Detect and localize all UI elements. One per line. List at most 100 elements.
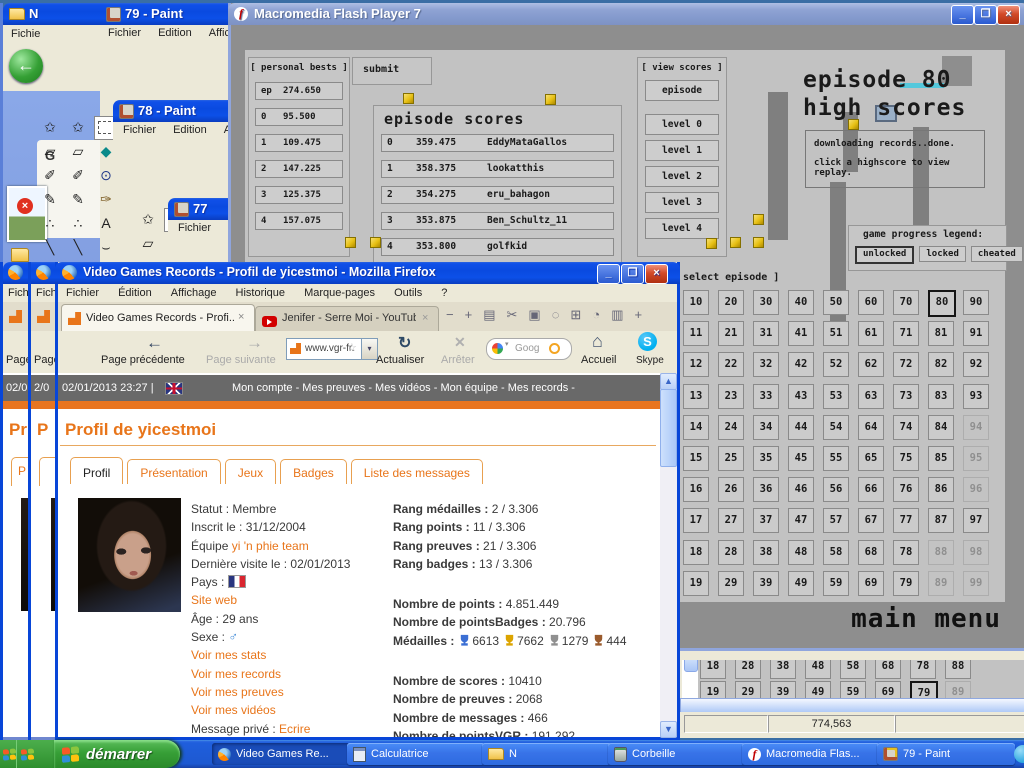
tool-line-icon[interactable]: ╲ [66,236,90,258]
search-placeholder[interactable]: Goog [515,343,539,354]
search-box[interactable]: ▾ Goog [486,338,572,360]
tool-eraser-icon[interactable]: ▱ [38,140,62,162]
episode-cell[interactable]: 65 [858,446,884,471]
episode-cell[interactable]: 56 [823,477,849,502]
episode-cell[interactable]: 61 [858,321,884,346]
episode-cell[interactable]: 97 [963,508,989,533]
episode-cell[interactable]: 33 [753,384,779,409]
episode-cell[interactable]: 16 [683,477,709,502]
site-tab-badges[interactable]: Badges [280,459,347,484]
tool-free-select-icon[interactable]: ✩ [66,116,90,138]
episode-cell[interactable]: 26 [718,477,744,502]
scroll-up-button[interactable]: ▲ [660,373,677,390]
episode-cell[interactable]: 72 [893,352,919,377]
flash-title-bar[interactable]: f Macromedia Flash Player 7 _ ❐ × [228,3,1024,25]
episode-cell[interactable]: 77 [893,508,919,533]
view-scores-button-level-1[interactable]: level 1 [645,140,719,161]
episode-cell[interactable]: 78 [893,540,919,565]
team-link[interactable]: yi 'n phie team [232,539,309,553]
profile-link[interactable]: Voir mes stats [191,648,266,662]
episode-cell[interactable]: 83 [928,384,954,409]
episode-cell[interactable]: 21 [718,321,744,346]
episode-cell[interactable]: 44 [788,415,814,440]
uk-flag-icon[interactable] [165,382,183,395]
episode-cell[interactable]: 22 [718,352,744,377]
menu-item[interactable]: Marque-pages [304,287,375,299]
episode-cell[interactable]: 59 [823,571,849,596]
back-button[interactable]: ← [9,49,43,83]
menu-item[interactable]: Fichier [123,124,156,136]
tool-line-icon[interactable]: ╲ [38,236,62,258]
start-button[interactable]: démarrer [54,740,180,768]
episode-cell[interactable]: 11 [683,321,709,346]
tab-close-icon[interactable]: × [422,312,428,324]
scrollbar-thumb[interactable] [660,389,677,467]
episode-cell[interactable]: 69 [858,571,884,596]
legend-locked[interactable]: locked [919,246,966,262]
episode-cell[interactable]: 25 [718,446,744,471]
menu-item[interactable]: Fichier [178,222,211,234]
episode-cell[interactable]: 70 [893,290,919,315]
episode-score-row[interactable]: 0359.475EddyMataGallos [381,134,614,152]
episode-cell[interactable]: 18 [683,540,709,565]
taskbar-button-video-games-re-[interactable]: Video Games Re... [212,743,350,765]
episode-cell[interactable]: 92 [963,352,989,377]
site-tab-profil[interactable]: Profil [70,457,123,484]
tool-airbrush-icon[interactable]: ∴ [38,212,62,234]
refresh-label[interactable]: Actualiser [376,354,424,366]
taskbar-button-n[interactable]: N [482,743,612,765]
episode-cell[interactable]: 67 [858,508,884,533]
episode-cell[interactable]: 24 [718,415,744,440]
maximize-button[interactable]: ❐ [621,264,644,284]
site-nav-links[interactable]: Mon compte - Mes preuves - Mes vidéos - … [232,382,656,394]
episode-cell[interactable]: 13 [683,384,709,409]
episode-cell[interactable]: 82 [928,352,954,377]
profile-link[interactable]: Voir mes preuves [191,685,284,699]
episode-cell[interactable]: 50 [823,290,849,315]
episode-cell[interactable]: 42 [788,352,814,377]
episode-cell[interactable]: 73 [893,384,919,409]
tool-free-select-icon[interactable]: ✩ [136,208,160,230]
episode-cell[interactable]: 40 [788,290,814,315]
episode-cell[interactable]: 84 [928,415,954,440]
episode-cell[interactable]: 29 [718,571,744,596]
episode-cell[interactable]: 35 [753,446,779,471]
episode-cell[interactable]: 62 [858,352,884,377]
tool-pencil-icon[interactable]: ✎ [38,188,62,210]
site-tab-liste-des-messages[interactable]: Liste des messages [351,459,483,484]
menu-item[interactable]: Fichier [66,287,99,299]
episode-cell[interactable]: 55 [823,446,849,471]
episode-cell[interactable]: 43 [788,384,814,409]
close-button[interactable]: × [997,5,1020,25]
episode-cell[interactable]: 12 [683,352,709,377]
legend-unlocked[interactable]: unlocked [855,246,914,264]
cut-icon[interactable]: ✂ [506,307,517,323]
profile-link[interactable]: Voir mes vidéos [191,703,276,717]
menu-item[interactable]: Historique [236,287,286,299]
submit-button[interactable]: submit [352,57,432,85]
episode-cell[interactable]: 64 [858,415,884,440]
firefox-title-bar[interactable]: Video Games Records - Profil de yicestmo… [55,262,680,284]
view-scores-button-level-2[interactable]: level 2 [645,166,719,187]
episode-cell[interactable]: 95 [963,446,989,471]
episode-score-row[interactable]: 2354.275eru_bahagon [381,186,614,204]
menu-item[interactable]: Fichier [108,27,141,39]
episode-cell[interactable]: 46 [788,477,814,502]
episode-cell[interactable]: 34 [753,415,779,440]
episode-cell[interactable]: 71 [893,321,919,346]
episode-cell[interactable]: 48 [788,540,814,565]
episode-cell[interactable]: 89 [928,571,954,596]
search-magnifier-icon[interactable] [549,343,560,354]
copy-icon[interactable]: ▣ [528,307,540,323]
episode-cell[interactable]: 47 [788,508,814,533]
tool-eraser-icon[interactable]: ▱ [136,232,160,254]
episode-cell[interactable]: 28 [718,540,744,565]
taskbar-button-calculatrice[interactable]: Calculatrice [347,743,485,765]
episode-cell[interactable]: 52 [823,352,849,377]
plus-icon[interactable]: + [634,307,642,323]
main-menu-button[interactable]: main menu [826,604,1001,634]
bookmark-star-icon[interactable]: ☆ [347,341,357,354]
tool-pencil-icon[interactable]: ✎ [66,188,90,210]
view-scores-button-episode[interactable]: episode [645,80,719,101]
episode-cell[interactable]: 75 [893,446,919,471]
